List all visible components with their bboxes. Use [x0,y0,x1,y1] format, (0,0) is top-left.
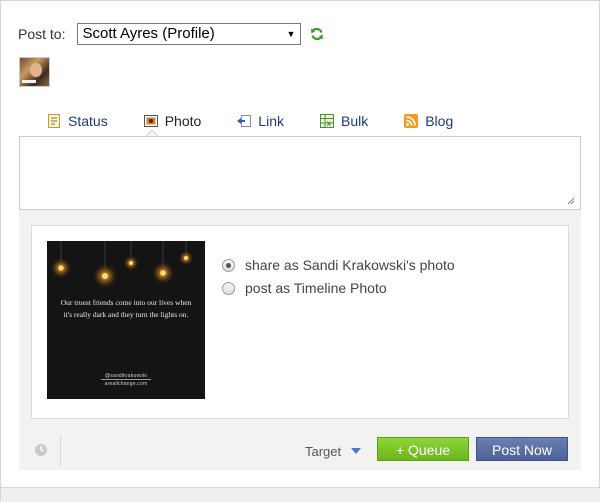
chevron-down-icon: ▼ [286,29,296,39]
document-icon [46,113,62,129]
target-dropdown[interactable]: Target [305,444,341,459]
profile-select-value: Scott Ayres (Profile) [82,25,215,42]
tab-bulk[interactable]: x Bulk [319,113,368,129]
radio-share-as-sandi[interactable] [222,258,235,272]
photo-icon [143,113,159,129]
share-option-sandi-label: share as Sandi Krakowski's photo [245,257,455,273]
tab-photo[interactable]: Photo [143,113,202,129]
tab-link[interactable]: Link [236,113,284,129]
frame-bottom-strip [1,487,600,502]
attachment-panel: Our truest friends come into our lives w… [19,210,581,432]
rss-icon [403,113,419,129]
post-now-button[interactable]: Post Now [476,437,568,461]
post-type-tabs: Status Photo Link x Bulk Blog [46,111,488,131]
tab-link-label: Link [258,113,284,129]
photo-credit-divider [101,379,151,380]
add-to-queue-button[interactable]: + Queue [377,437,469,461]
action-bar-divider [60,436,61,466]
avatar-strip [22,80,36,83]
radio-timeline-photo[interactable] [222,281,235,295]
message-textarea[interactable] [19,136,581,210]
tab-status-label: Status [68,113,108,129]
spreadsheet-icon: x [319,113,335,129]
post-to-label: Post to: [18,26,66,42]
link-icon [236,113,252,129]
post-to-row: Post to: Scott Ayres (Profile) ▼ [18,23,324,45]
photo-quote-text: Our truest friends come into our lives w… [60,298,192,319]
attachment-card: Our truest friends come into our lives w… [31,225,569,419]
attached-photo: Our truest friends come into our lives w… [47,241,205,399]
clock-icon[interactable] [34,443,48,457]
resize-handle[interactable] [567,197,575,205]
tab-photo-label: Photo [164,113,202,129]
photo-credit: @sandikrakowski areallchange.com [47,372,205,388]
share-option-timeline-label: post as Timeline Photo [245,280,387,296]
tab-status[interactable]: Status [46,113,108,129]
profile-select[interactable]: Scott Ayres (Profile) ▼ [77,23,302,45]
avatar [19,57,50,87]
share-option-sandi[interactable]: share as Sandi Krakowski's photo [222,256,455,274]
action-bar: Target + Queue Post Now [19,432,581,470]
photo-credit-site: areallchange.com [104,381,148,387]
share-option-timeline[interactable]: post as Timeline Photo [222,279,387,297]
avatar-face [30,63,42,77]
caret-down-icon[interactable] [351,448,361,454]
composer-frame: Post to: Scott Ayres (Profile) ▼ Status … [0,0,600,502]
refresh-icon[interactable] [310,27,324,41]
tab-blog[interactable]: Blog [403,113,453,129]
tab-blog-label: Blog [425,113,454,129]
tab-bulk-label: Bulk [340,113,369,129]
svg-text:x: x [326,119,331,128]
